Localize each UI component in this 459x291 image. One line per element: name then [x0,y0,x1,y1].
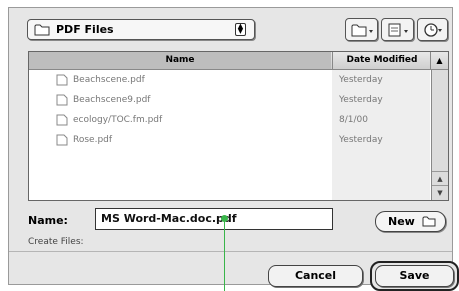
file-date: 8/1/00 [339,115,368,125]
pdf-document-icon [56,74,68,86]
file-list-header: Name Date Modified ▲ [29,52,448,70]
save-dialog: PDF Files ▲ ▼ Name Date Modified ▲ Beach… [8,7,459,291]
text-cursor-callout-line [224,218,225,291]
new-folder-label: New [388,215,415,228]
file-list[interactable]: Name Date Modified ▲ Beachscene.pdf Yest… [28,51,449,201]
name-label: Name: [28,214,68,227]
column-header-name[interactable]: Name [29,52,331,69]
scroll-up-arrow-icon[interactable]: ▲ [432,171,448,186]
folder-icon [34,24,50,36]
recent-button[interactable] [417,18,448,41]
file-name: ecology/TOC.fm.pdf [73,115,163,125]
file-date: Yesterday [339,95,383,105]
file-type-popup[interactable]: PDF Files ▲ ▼ [27,19,255,40]
text-cursor-callout-dot [221,215,228,222]
folder-shortcut-icon [351,24,373,37]
scrollbar[interactable]: ▲ ▼ [431,70,448,200]
file-row[interactable]: Rose.pdf Yesterday [29,130,429,150]
folder-shortcut-button[interactable] [345,18,378,41]
pdf-document-icon [56,94,68,106]
file-row[interactable]: Beachscene9.pdf Yesterday [29,90,429,110]
column-header-date[interactable]: Date Modified [332,52,431,69]
pdf-document-icon [56,134,68,146]
file-name: Rose.pdf [73,135,113,145]
new-folder-icon [422,216,436,227]
file-name: Beachscene.pdf [73,75,145,85]
file-name: Beachscene9.pdf [73,95,151,105]
scroll-down-arrow-icon[interactable]: ▼ [432,185,448,200]
save-button[interactable]: Save [375,265,454,287]
document-shortcut-button[interactable] [381,18,414,41]
file-row[interactable]: Beachscene.pdf Yesterday [29,70,429,90]
file-date: Yesterday [339,135,383,145]
file-type-label: PDF Files [56,23,114,36]
file-name-input[interactable]: MS Word-Mac.doc.pdf [95,208,333,230]
new-folder-button[interactable]: New [375,211,446,232]
cancel-button[interactable]: Cancel [268,265,363,287]
default-button-ring: Save [370,261,459,291]
file-row[interactable]: ecology/TOC.fm.pdf 8/1/00 [29,110,429,130]
sort-order-button[interactable]: ▲ [430,52,448,69]
pdf-document-icon [56,114,68,126]
popup-arrows-icon: ▲ ▼ [235,23,246,36]
create-files-label: Create Files: [28,237,84,247]
divider [9,251,452,252]
file-date: Yesterday [339,75,383,85]
document-shortcut-icon [388,23,408,37]
recent-clock-icon [423,23,442,37]
